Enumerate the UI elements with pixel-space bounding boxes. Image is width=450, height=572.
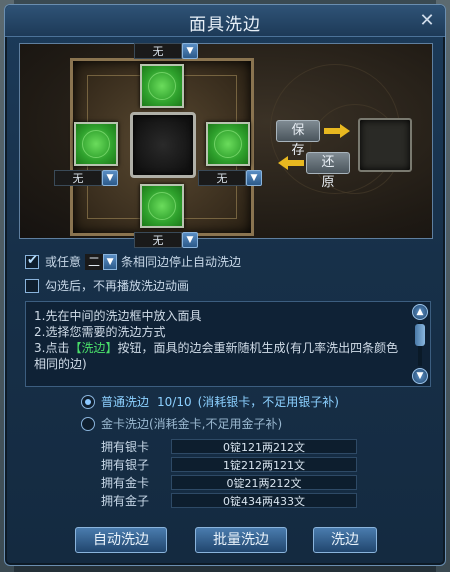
resource-row: 拥有银卡 0锭121两212文	[85, 437, 357, 455]
close-icon[interactable]: ✕	[417, 11, 437, 31]
skip-anim-label: 勾选后，不再播放洗边动画	[45, 279, 190, 293]
gold-wash-radio[interactable]	[81, 416, 95, 431]
mask-center-slot[interactable]	[130, 112, 196, 178]
resources-table: 拥有银卡 0锭121两212文 拥有银子 1锭212两121文 拥有金卡 0锭2…	[85, 437, 357, 509]
normal-wash-count: 10/10	[157, 394, 192, 409]
auto-stop-checkbox[interactable]	[25, 253, 39, 269]
chevron-down-icon[interactable]: ▼	[102, 170, 118, 186]
count-dropdown[interactable]: 二 ▼	[85, 253, 118, 270]
resource-value: 0锭21两212文	[171, 474, 357, 490]
edge-slot-right[interactable]	[206, 122, 250, 166]
wash-button[interactable]: 洗边	[313, 527, 377, 553]
edge-slot-top[interactable]	[140, 64, 184, 108]
edge-slot-left[interactable]	[74, 122, 118, 166]
skip-anim-checkbox[interactable]	[25, 278, 39, 293]
dropdown-top-value: 无	[134, 43, 182, 59]
chevron-down-icon[interactable]: ▼	[246, 170, 262, 186]
resource-label: 拥有金卡	[100, 475, 149, 490]
scroll-up-icon[interactable]: ▲	[412, 304, 428, 320]
gold-wash-label: 金卡洗边(消耗金卡,不足用金子补)	[101, 417, 283, 431]
scroll-down-icon[interactable]: ▼	[412, 368, 428, 384]
resource-value: 1锭212两121文	[171, 456, 357, 472]
instruction-highlight: 【洗边】	[69, 341, 118, 355]
window-title: 面具洗边	[189, 15, 261, 35]
instruction-line: 3.点击【洗边】按钮，面具的边会重新随机生成(有几率洗出四条颜色相同的边)	[34, 340, 406, 372]
resource-label: 拥有银卡	[100, 439, 149, 454]
any-label: 或任意	[45, 255, 82, 269]
title-bar[interactable]: 面具洗边 ✕	[5, 5, 445, 37]
normal-wash-label: 普通洗边	[101, 395, 150, 409]
resource-value: 0锭434两433文	[171, 492, 357, 508]
resource-row: 拥有银子 1锭212两121文	[85, 455, 357, 473]
scroll-thumb[interactable]	[415, 324, 425, 346]
mask-reforge-window: 面具洗边 ✕ 无 ▼ 无 ▼ 无 ▼ 无 ▼ 保存 还原 ✔ 或任意 二 ▼ 条…	[4, 4, 446, 566]
resource-value: 0锭121两212文	[171, 438, 357, 454]
instruction-text: 3.点击	[34, 341, 70, 355]
resource-label: 拥有金子	[100, 493, 149, 508]
auto-stop-option: 或任意 二 ▼ 条相同边停止自动洗边	[25, 253, 241, 270]
normal-wash-radio[interactable]	[81, 394, 95, 409]
dropdown-left-value: 无	[54, 170, 102, 186]
instruction-line: 1.先在中间的洗边框中放入面具	[34, 309, 202, 323]
edge-slot-bottom[interactable]	[140, 184, 184, 228]
dropdown-right[interactable]: 无 ▼	[198, 170, 262, 186]
result-slot[interactable]	[358, 118, 412, 172]
preview-panel: 无 ▼ 无 ▼ 无 ▼ 无 ▼ 保存 还原	[19, 43, 433, 248]
resource-row: 拥有金子 0锭434两433文	[85, 491, 357, 509]
skip-anim-option: 勾选后，不再播放洗边动画	[25, 277, 189, 294]
arrow-right-icon	[324, 124, 350, 138]
dropdown-left[interactable]: 无 ▼	[54, 170, 118, 186]
dropdown-right-value: 无	[198, 170, 246, 186]
count-value: 二	[85, 253, 104, 270]
normal-wash-note: (消耗银卡，不足用银子补)	[197, 395, 339, 409]
dropdown-bottom-value: 无	[134, 232, 182, 248]
dropdown-bottom[interactable]: 无 ▼	[134, 232, 198, 248]
instruction-line: 2.选择您需要的洗边方式	[34, 325, 166, 339]
arrow-left-icon	[278, 156, 304, 170]
batch-wash-button[interactable]: 批量洗边	[195, 527, 287, 553]
chevron-down-icon[interactable]: ▼	[182, 43, 198, 59]
dropdown-top[interactable]: 无 ▼	[134, 43, 198, 59]
resource-label: 拥有银子	[100, 457, 149, 472]
auto-wash-button[interactable]: 自动洗边	[75, 527, 167, 553]
stop-label: 条相同边停止自动洗边	[121, 255, 242, 269]
instructions-scrollbar[interactable]: ▲ ▼	[412, 304, 428, 384]
resource-row: 拥有金卡 0锭21两212文	[85, 473, 357, 491]
save-button[interactable]: 保存	[276, 120, 320, 158]
chevron-down-icon[interactable]: ▼	[103, 253, 118, 270]
instructions-panel: 1.先在中间的洗边框中放入面具 2.选择您需要的洗边方式 3.点击【洗边】按钮，…	[25, 301, 431, 387]
gold-wash-option[interactable]: 金卡洗边(消耗金卡,不足用金子补)	[81, 415, 282, 432]
normal-wash-option[interactable]: 普通洗边 10/10 (消耗银卡，不足用银子补)	[81, 393, 339, 410]
restore-button[interactable]: 还原	[306, 152, 350, 190]
chevron-down-icon[interactable]: ▼	[182, 232, 198, 248]
